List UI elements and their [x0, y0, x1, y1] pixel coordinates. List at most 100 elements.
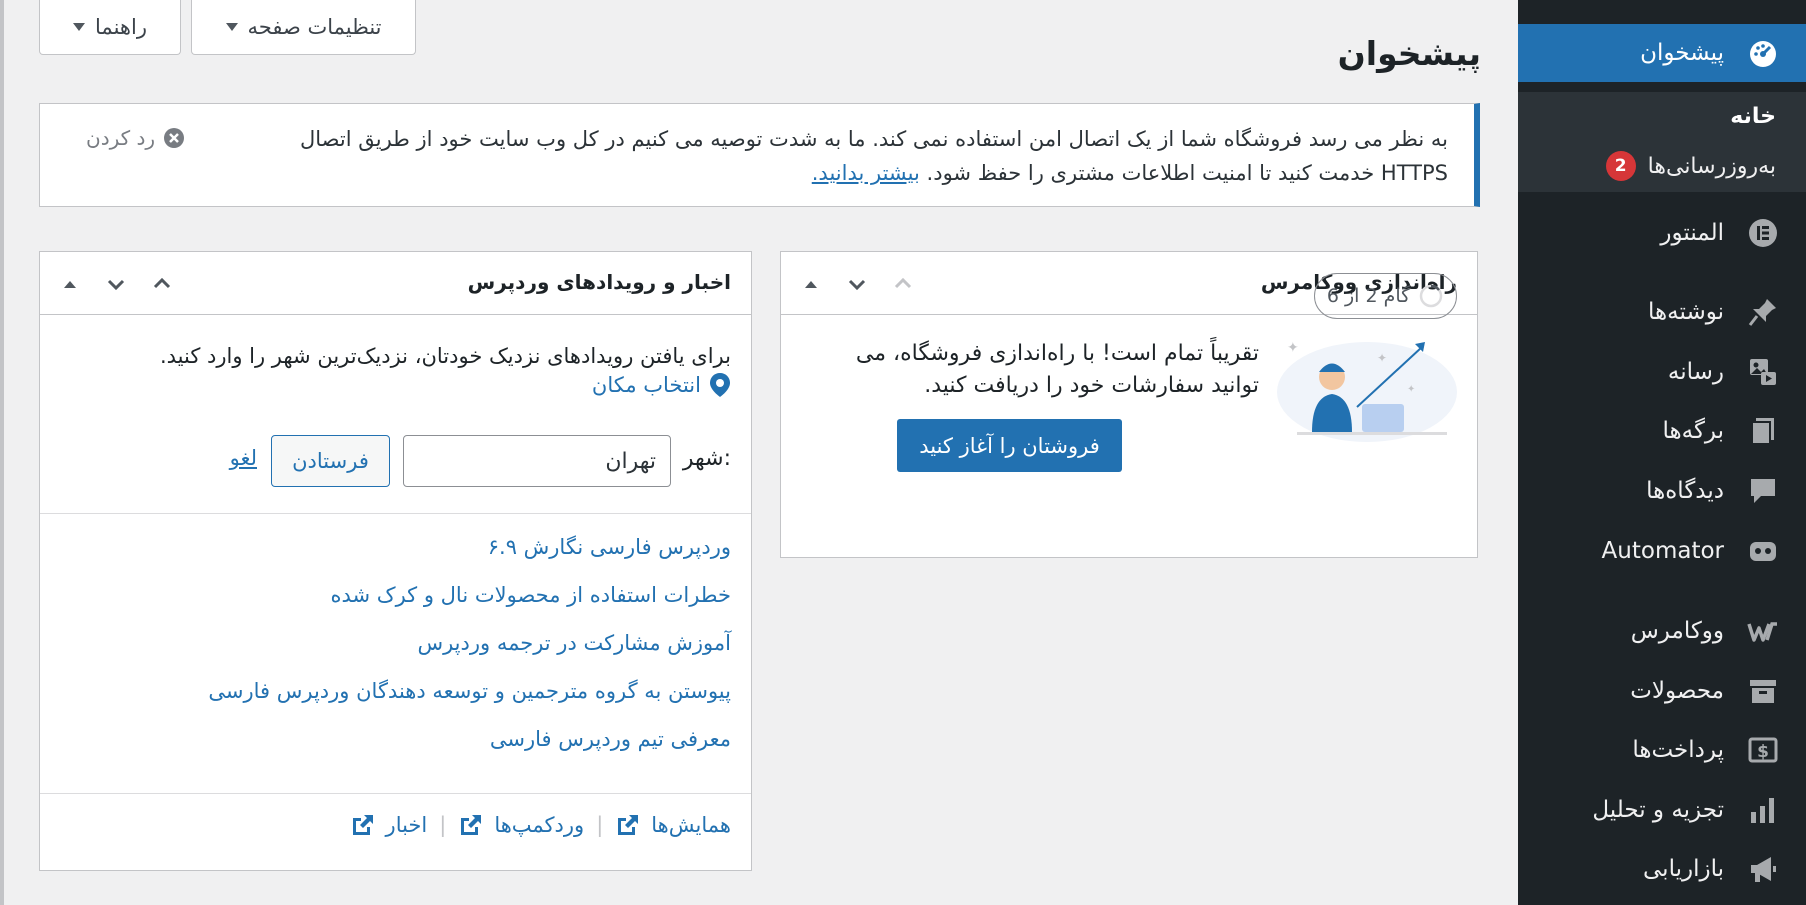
triangle-up-icon	[64, 281, 76, 288]
sidebar-item-posts[interactable]: نوشته‌ها	[1518, 284, 1806, 340]
sidebar-item-payments[interactable]: $ پرداخت‌ها	[1518, 722, 1806, 778]
https-notice: به نظر می رسد فروشگاه شما از یک اتصال ام…	[39, 103, 1480, 207]
svg-text:✦: ✦	[1407, 384, 1415, 395]
cancel-link[interactable]: لغو	[230, 446, 257, 470]
submenu-updates[interactable]: به‌روزرسانی‌ها 2	[1518, 140, 1806, 192]
elementor-icon	[1734, 217, 1792, 249]
sidebar-item-automator[interactable]: Automator	[1518, 523, 1806, 579]
close-circle-icon	[164, 128, 185, 148]
submit-city-button[interactable]: فرستادن	[271, 435, 390, 487]
move-down-button-2[interactable]	[98, 266, 134, 302]
separator: |	[439, 813, 447, 837]
svg-text:✦: ✦	[1287, 340, 1299, 356]
sidebar-item-label: دیدگاه‌ها	[1646, 478, 1724, 504]
chevron-down-icon	[848, 279, 866, 291]
setup-message: تقریباً تمام است! با راه‌اندازی فروشگاه،…	[855, 341, 1259, 398]
help-tab-label: راهنما	[95, 15, 147, 39]
widget-title: اخبار و رویدادهای وردپرس	[467, 270, 731, 294]
external-link-icon	[461, 815, 482, 835]
screen-options-label: تنظیمات صفحه	[247, 15, 382, 39]
choose-location-link[interactable]: انتخاب مکان	[592, 372, 731, 398]
woo-setup-widget: راه‌اندازی ووکامرس گام 2 از 6 ✦ ✦ ✦ تقری…	[780, 251, 1478, 558]
sidebar-item-pages[interactable]: برگه‌ها	[1518, 403, 1806, 459]
submenu-home[interactable]: خانه	[1518, 92, 1806, 140]
widget-header: اخبار و رویدادهای وردپرس	[40, 252, 751, 315]
help-tab[interactable]: راهنما	[39, 0, 181, 55]
news-item-link[interactable]: پیوستن به گروه مترجمین و توسعه دهندگان و…	[51, 674, 731, 722]
news-item-link[interactable]: آموزش مشارکت در ترجمه وردپرس	[51, 626, 731, 674]
external-link-icon	[618, 815, 639, 835]
sidebar-item-label: پرداخت‌ها	[1632, 737, 1724, 763]
screen-options-tab[interactable]: تنظیمات صفحه	[191, 0, 416, 55]
external-link-icon	[352, 815, 373, 835]
updates-count-badge: 2	[1605, 151, 1636, 181]
city-label: شهر:	[682, 446, 731, 471]
dismiss-notice-button[interactable]: رد کردن	[86, 126, 185, 150]
news-item-link[interactable]: خطرات استفاده از محصولات نال و کرک شده	[51, 578, 732, 626]
meetups-label: همایش‌ها	[651, 813, 731, 837]
news-label: اخبار	[385, 813, 428, 837]
triangle-up-icon	[805, 281, 817, 288]
sidebar-item-woocommerce[interactable]: ووکامرس	[1518, 603, 1806, 659]
bar-chart-icon	[1734, 794, 1792, 826]
submenu-label: خانه	[1730, 103, 1776, 129]
megaphone-icon	[1734, 853, 1792, 885]
choose-location-label: انتخاب مکان	[591, 373, 701, 397]
svg-text:$: $	[1757, 742, 1769, 762]
sidebar-item-label: بازاریابی	[1643, 856, 1724, 882]
sidebar-item-label: برگه‌ها	[1662, 418, 1724, 444]
sidebar-item-analytics[interactable]: تجزیه و تحلیل	[1518, 782, 1806, 838]
news-list: وردپرس فارسی نگارش ۶.۹ خطرات استفاده از …	[51, 530, 731, 770]
setup-illustration: ✦ ✦ ✦	[1257, 322, 1457, 444]
comment-icon	[1734, 475, 1792, 507]
pages-icon	[1734, 415, 1792, 447]
city-input[interactable]	[403, 435, 671, 487]
svg-text:✦: ✦	[1377, 351, 1387, 365]
sidebar-item-elementor[interactable]: المنتور	[1518, 205, 1806, 261]
caret-down-icon	[225, 23, 238, 31]
automator-icon	[1734, 535, 1792, 567]
sidebar-item-label: رسانه	[1667, 359, 1724, 385]
events-intro-text: برای یافتن رویدادهای نزدیک خودتان، نزدیک…	[159, 344, 731, 368]
move-up-button[interactable]	[885, 266, 921, 302]
news-link[interactable]: اخبار	[350, 812, 428, 838]
chevron-down-icon	[107, 279, 125, 291]
learn-more-link[interactable]: بیشتر بدانید.	[812, 161, 920, 185]
step-label: گام 2 از 6	[1326, 285, 1411, 307]
sidebar-item-label: پیشخوان	[1640, 40, 1724, 66]
window-edge	[0, 0, 4, 905]
divider	[40, 513, 751, 514]
notice-message: به نظر می رسد فروشگاه شما از یک اتصال ام…	[218, 122, 1448, 190]
admin-sidebar: پیشخوان خانه به‌روزرسانی‌ها 2 المنتور نو…	[1504, 0, 1806, 905]
sidebar-item-label: ووکامرس	[1630, 618, 1724, 644]
sidebar-item-comments[interactable]: دیدگاه‌ها	[1518, 463, 1806, 519]
sidebar-item-label: تجزیه و تحلیل	[1592, 797, 1724, 823]
pin-icon	[1734, 296, 1792, 328]
woocommerce-icon	[1734, 615, 1792, 647]
news-item-link[interactable]: معرفی تیم وردپرس فارسی	[51, 722, 731, 770]
payment-icon: $	[1734, 734, 1792, 766]
submenu-label: به‌روزرسانی‌ها	[1647, 153, 1776, 179]
caret-down-icon	[73, 23, 86, 31]
wordcamps-label: وردکمپ‌ها	[494, 813, 585, 837]
chevron-up-icon	[894, 277, 912, 289]
sidebar-item-dashboard[interactable]: پیشخوان	[1504, 24, 1806, 82]
sidebar-item-products[interactable]: محصولات	[1518, 663, 1806, 719]
wordcamps-link[interactable]: وردکمپ‌ها	[458, 812, 584, 838]
divider	[40, 793, 751, 794]
dismiss-label: رد کردن	[86, 126, 156, 150]
move-down-button-2[interactable]	[839, 266, 875, 302]
move-down-button[interactable]	[793, 266, 829, 302]
move-down-button[interactable]	[52, 266, 88, 302]
sidebar-item-marketing[interactable]: بازاریابی	[1518, 841, 1806, 897]
meetups-link[interactable]: همایش‌ها	[615, 812, 731, 838]
sidebar-item-media[interactable]: رسانه	[1518, 344, 1806, 400]
dashboard-icon	[1734, 37, 1792, 69]
start-selling-button[interactable]: فروشتان را آغاز کنید	[897, 419, 1122, 472]
news-item-link[interactable]: وردپرس فارسی نگارش ۶.۹	[51, 530, 731, 578]
widget-controls	[52, 266, 180, 302]
notice-line-2: HTTPS خدمت کنید تا امنیت اطلاعات مشتری ر…	[926, 161, 1448, 185]
progress-ring-icon	[1419, 284, 1443, 308]
move-up-button[interactable]	[144, 266, 180, 302]
archive-icon	[1734, 675, 1792, 707]
